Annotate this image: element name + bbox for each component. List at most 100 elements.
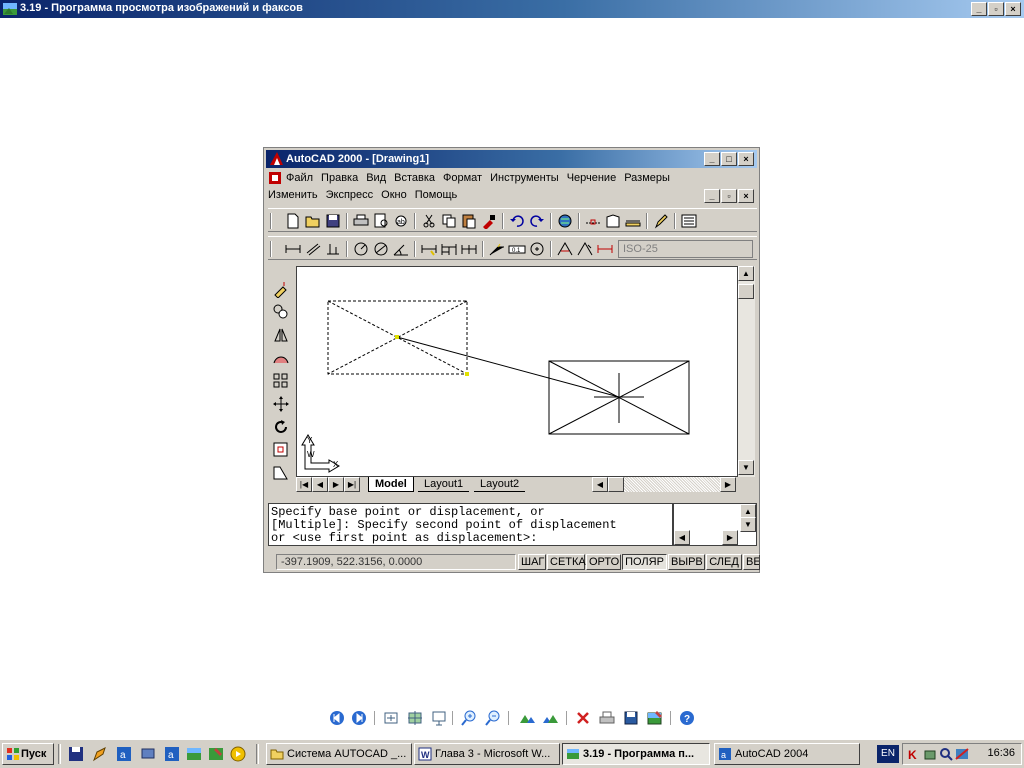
polar-toggle[interactable]: ПОЛЯР (622, 554, 667, 570)
offset-icon[interactable] (272, 349, 290, 367)
autocad-quicklaunch-icon[interactable]: a (116, 746, 132, 762)
rotate-icon[interactable] (272, 418, 290, 436)
acad-maximize-button[interactable]: □ (721, 152, 737, 166)
scroll-down-button[interactable]: ▼ (738, 460, 754, 475)
tray-network-icon[interactable] (955, 747, 969, 761)
dim-edit-icon[interactable] (556, 241, 574, 257)
mirror-icon[interactable] (272, 326, 290, 344)
dim-text-edit-icon[interactable] (576, 241, 594, 257)
next-image-icon[interactable] (350, 709, 368, 727)
menu-file[interactable]: Файл (286, 172, 313, 184)
previous-image-icon[interactable] (328, 709, 346, 727)
radius-dim-icon[interactable] (352, 241, 370, 257)
language-indicator[interactable]: EN (877, 745, 899, 763)
ordinate-dim-icon[interactable] (324, 241, 342, 257)
center-mark-icon[interactable] (528, 241, 546, 257)
delete-icon[interactable] (574, 709, 592, 727)
erase-icon[interactable] (272, 280, 290, 298)
canvas-vertical-scrollbar[interactable]: ▲ ▼ (738, 266, 755, 477)
tray-tool-icon[interactable] (923, 747, 937, 761)
scroll-up-button[interactable]: ▲ (738, 266, 754, 281)
print-icon[interactable] (352, 213, 370, 229)
menu-format[interactable]: Формат (443, 172, 482, 184)
doc-restore-button[interactable]: ▫ (721, 189, 737, 203)
task-image-viewer[interactable]: 3.19 - Программа п... (562, 743, 710, 765)
command-line[interactable]: Specify base point or displacement, or [M… (268, 503, 673, 546)
leader-icon[interactable] (488, 241, 506, 257)
image-quicklaunch-icon[interactable] (186, 746, 202, 762)
save-icon[interactable] (324, 213, 342, 229)
zoom-out-icon[interactable] (484, 709, 502, 727)
slideshow-icon[interactable] (430, 709, 448, 727)
floppy-quicklaunch-icon[interactable] (68, 746, 84, 762)
hscroll-track[interactable] (624, 477, 720, 492)
cut-icon[interactable] (420, 213, 438, 229)
snap-toggle[interactable]: ШАГ (518, 554, 546, 570)
doc-minimize-button[interactable]: _ (704, 189, 720, 203)
menu-modify[interactable]: Изменить (268, 189, 318, 201)
best-fit-icon[interactable] (382, 709, 400, 727)
cmd-scroll-left[interactable]: ◀ (674, 530, 690, 545)
osnap-toggle[interactable]: ВЫРВ (668, 554, 705, 570)
help-icon[interactable]: ? (678, 709, 696, 727)
copy-object-icon[interactable] (272, 303, 290, 321)
tab-last-button[interactable]: ▶| (344, 477, 360, 492)
open-for-editing-icon[interactable] (646, 709, 664, 727)
new-icon[interactable] (284, 213, 302, 229)
ucs-icon[interactable] (604, 213, 622, 229)
edit-quicklaunch-icon[interactable] (208, 746, 224, 762)
acad-close-button[interactable]: × (738, 152, 754, 166)
angular-dim-icon[interactable] (392, 241, 410, 257)
menu-dimension[interactable]: Размеры (624, 172, 670, 184)
scale-icon[interactable] (272, 441, 290, 459)
tab-layout1[interactable]: Layout1 (418, 477, 470, 492)
acad-minimize-button[interactable]: _ (704, 152, 720, 166)
scroll-thumb[interactable] (738, 284, 754, 299)
otrack-toggle[interactable]: СЛЕД (706, 554, 742, 570)
task-autocad-2004[interactable]: a AutoCAD 2004 (714, 743, 860, 765)
move-icon[interactable] (272, 395, 290, 413)
continue-dim-icon[interactable] (460, 241, 478, 257)
grid-toggle[interactable]: СЕТКА (547, 554, 586, 570)
print-image-icon[interactable] (598, 709, 616, 727)
zoom-in-icon[interactable] (460, 709, 478, 727)
pencil-quicklaunch-icon[interactable] (92, 746, 108, 762)
linear-dim-icon[interactable] (284, 241, 302, 257)
tab-layout2[interactable]: Layout2 (474, 477, 526, 492)
rotate-counterclockwise-icon[interactable] (542, 709, 560, 727)
quick-dim-icon[interactable] (420, 241, 438, 257)
tray-search-icon[interactable] (939, 747, 953, 761)
spelling-icon[interactable]: ab (392, 213, 410, 229)
menu-window[interactable]: Окно (381, 189, 407, 201)
aligned-dim-icon[interactable] (304, 241, 322, 257)
properties-icon[interactable] (680, 213, 698, 229)
tolerance-icon[interactable]: 0.1 (508, 241, 526, 257)
hscroll-left-button[interactable]: ◀ (592, 477, 608, 492)
start-button[interactable]: Пуск (2, 743, 54, 765)
match-properties-icon[interactable] (480, 213, 498, 229)
task-word-document[interactable]: W Глава 3 - Microsoft W... (414, 743, 560, 765)
array-icon[interactable] (272, 372, 290, 390)
pencil-icon[interactable] (652, 213, 670, 229)
tab-next-button[interactable]: ▶ (328, 477, 344, 492)
tab-model[interactable]: Model (368, 477, 414, 492)
rotate-clockwise-icon[interactable] (518, 709, 536, 727)
stretch-icon[interactable] (272, 464, 290, 482)
paste-icon[interactable] (460, 213, 478, 229)
save-copy-icon[interactable] (622, 709, 640, 727)
antivirus-icon[interactable]: K (907, 747, 921, 761)
cmd-scroll-down[interactable]: ▼ (740, 517, 756, 532)
tab-first-button[interactable]: |◀ (296, 477, 312, 492)
close-button[interactable]: × (1005, 2, 1021, 16)
menu-help[interactable]: Помощь (415, 189, 458, 201)
tab-prev-button[interactable]: ◀ (312, 477, 328, 492)
baseline-dim-icon[interactable] (440, 241, 458, 257)
autocad2-quicklaunch-icon[interactable]: a (164, 746, 180, 762)
menu-insert[interactable]: Вставка (394, 172, 435, 184)
distance-icon[interactable] (624, 213, 642, 229)
restore-button[interactable]: ▫ (988, 2, 1004, 16)
open-icon[interactable] (304, 213, 322, 229)
menu-edit[interactable]: Правка (321, 172, 358, 184)
network-quicklaunch-icon[interactable] (140, 746, 156, 762)
cmd-scroll-right[interactable]: ▶ (722, 530, 738, 545)
